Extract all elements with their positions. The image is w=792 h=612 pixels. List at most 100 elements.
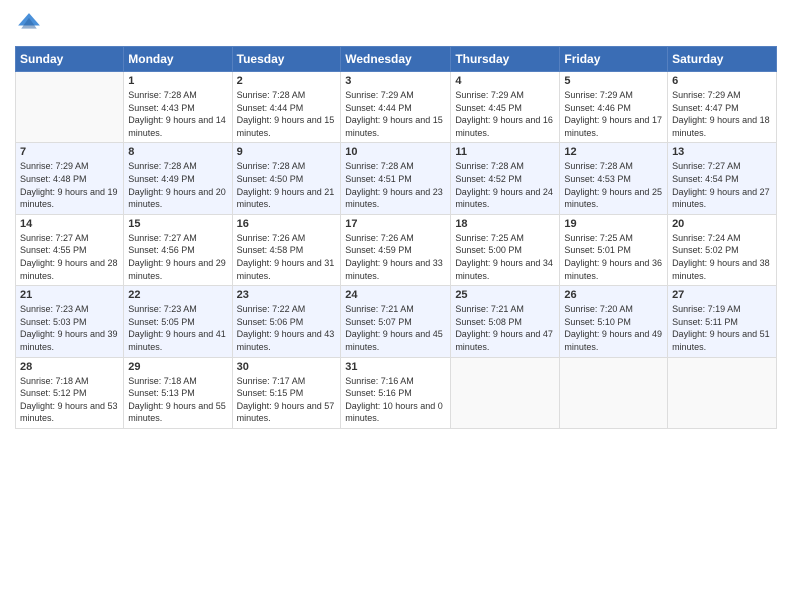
day-info: Sunrise: 7:21 AMSunset: 5:08 PMDaylight:… xyxy=(455,303,555,353)
calendar-cell: 8 Sunrise: 7:28 AMSunset: 4:49 PMDaylight… xyxy=(124,143,232,214)
day-info: Sunrise: 7:23 AMSunset: 5:03 PMDaylight:… xyxy=(20,303,119,353)
day-number: 13 xyxy=(672,146,772,158)
day-info: Sunrise: 7:16 AMSunset: 5:16 PMDaylight:… xyxy=(345,375,446,425)
day-number: 31 xyxy=(345,361,446,373)
day-number: 28 xyxy=(20,361,119,373)
calendar-cell: 22Sunrise: 7:23 AMSunset: 5:05 PMDayligh… xyxy=(124,286,232,357)
calendar-cell: 28Sunrise: 7:18 AMSunset: 5:12 PMDayligh… xyxy=(16,357,124,428)
calendar-cell: 5 Sunrise: 7:29 AMSunset: 4:46 PMDaylight… xyxy=(560,72,668,143)
day-number: 5 xyxy=(564,75,663,87)
logo xyxy=(15,10,47,38)
day-info: Sunrise: 7:24 AMSunset: 5:02 PMDaylight:… xyxy=(672,232,772,282)
day-info: Sunrise: 7:29 AMSunset: 4:46 PMDaylight:… xyxy=(564,89,663,139)
calendar-cell: 30 Sunrise: 7:17 AMSunset: 5:15 PMDayligh… xyxy=(232,357,341,428)
day-number: 21 xyxy=(20,289,119,301)
day-info: Sunrise: 7:29 AMSunset: 4:44 PMDaylight:… xyxy=(345,89,446,139)
calendar-cell: 13 Sunrise: 7:27 AMSunset: 4:54 PMDayligh… xyxy=(668,143,777,214)
day-number: 23 xyxy=(237,289,337,301)
day-header-saturday: Saturday xyxy=(668,47,777,72)
calendar-cell: 12 Sunrise: 7:28 AMSunset: 4:53 PMDayligh… xyxy=(560,143,668,214)
calendar-cell xyxy=(668,357,777,428)
calendar-week-4: 21 Sunrise: 7:23 AMSunset: 5:03 PMDayligh… xyxy=(16,286,777,357)
day-number: 20 xyxy=(672,218,772,230)
day-number: 16 xyxy=(237,218,337,230)
day-number: 7 xyxy=(20,146,119,158)
day-header-wednesday: Wednesday xyxy=(341,47,451,72)
calendar-week-3: 14 Sunrise: 7:27 AMSunset: 4:55 PMDayligh… xyxy=(16,214,777,285)
calendar-cell: 1 Sunrise: 7:28 AMSunset: 4:43 PMDaylight… xyxy=(124,72,232,143)
calendar-header-row: SundayMondayTuesdayWednesdayThursdayFrid… xyxy=(16,47,777,72)
calendar-cell: 21 Sunrise: 7:23 AMSunset: 5:03 PMDayligh… xyxy=(16,286,124,357)
logo-icon xyxy=(15,10,43,38)
calendar-cell: 10 Sunrise: 7:28 AMSunset: 4:51 PMDayligh… xyxy=(341,143,451,214)
day-info: Sunrise: 7:28 AMSunset: 4:49 PMDaylight:… xyxy=(128,160,227,210)
calendar-cell: 9Sunrise: 7:28 AMSunset: 4:50 PMDaylight… xyxy=(232,143,341,214)
day-info: Sunrise: 7:29 AMSunset: 4:45 PMDaylight:… xyxy=(455,89,555,139)
day-number: 29 xyxy=(128,361,227,373)
day-number: 2 xyxy=(237,75,337,87)
day-number: 1 xyxy=(128,75,227,87)
calendar-cell: 15Sunrise: 7:27 AMSunset: 4:56 PMDayligh… xyxy=(124,214,232,285)
calendar-cell: 19Sunrise: 7:25 AMSunset: 5:01 PMDayligh… xyxy=(560,214,668,285)
day-info: Sunrise: 7:26 AMSunset: 4:58 PMDaylight:… xyxy=(237,232,337,282)
day-header-tuesday: Tuesday xyxy=(232,47,341,72)
day-info: Sunrise: 7:28 AMSunset: 4:52 PMDaylight:… xyxy=(455,160,555,210)
calendar-cell: 11 Sunrise: 7:28 AMSunset: 4:52 PMDayligh… xyxy=(451,143,560,214)
calendar-cell: 2 Sunrise: 7:28 AMSunset: 4:44 PMDaylight… xyxy=(232,72,341,143)
calendar-week-2: 7 Sunrise: 7:29 AMSunset: 4:48 PMDaylight… xyxy=(16,143,777,214)
day-info: Sunrise: 7:18 AMSunset: 5:13 PMDaylight:… xyxy=(128,375,227,425)
calendar-cell: 27 Sunrise: 7:19 AMSunset: 5:11 PMDayligh… xyxy=(668,286,777,357)
calendar-week-5: 28Sunrise: 7:18 AMSunset: 5:12 PMDayligh… xyxy=(16,357,777,428)
calendar-cell: 3 Sunrise: 7:29 AMSunset: 4:44 PMDaylight… xyxy=(341,72,451,143)
day-info: Sunrise: 7:26 AMSunset: 4:59 PMDaylight:… xyxy=(345,232,446,282)
day-number: 8 xyxy=(128,146,227,158)
day-info: Sunrise: 7:21 AMSunset: 5:07 PMDaylight:… xyxy=(345,303,446,353)
day-number: 10 xyxy=(345,146,446,158)
calendar-cell: 17Sunrise: 7:26 AMSunset: 4:59 PMDayligh… xyxy=(341,214,451,285)
day-number: 3 xyxy=(345,75,446,87)
day-info: Sunrise: 7:25 AMSunset: 5:00 PMDaylight:… xyxy=(455,232,555,282)
calendar-cell: 29 Sunrise: 7:18 AMSunset: 5:13 PMDayligh… xyxy=(124,357,232,428)
day-info: Sunrise: 7:29 AMSunset: 4:48 PMDaylight:… xyxy=(20,160,119,210)
day-header-sunday: Sunday xyxy=(16,47,124,72)
day-header-monday: Monday xyxy=(124,47,232,72)
day-info: Sunrise: 7:22 AMSunset: 5:06 PMDaylight:… xyxy=(237,303,337,353)
day-info: Sunrise: 7:20 AMSunset: 5:10 PMDaylight:… xyxy=(564,303,663,353)
day-info: Sunrise: 7:19 AMSunset: 5:11 PMDaylight:… xyxy=(672,303,772,353)
day-info: Sunrise: 7:28 AMSunset: 4:44 PMDaylight:… xyxy=(237,89,337,139)
calendar-cell: 23 Sunrise: 7:22 AMSunset: 5:06 PMDayligh… xyxy=(232,286,341,357)
day-info: Sunrise: 7:28 AMSunset: 4:43 PMDaylight:… xyxy=(128,89,227,139)
day-number: 12 xyxy=(564,146,663,158)
day-info: Sunrise: 7:28 AMSunset: 4:51 PMDaylight:… xyxy=(345,160,446,210)
calendar-cell: 26 Sunrise: 7:20 AMSunset: 5:10 PMDayligh… xyxy=(560,286,668,357)
calendar-cell xyxy=(16,72,124,143)
calendar-week-1: 1 Sunrise: 7:28 AMSunset: 4:43 PMDaylight… xyxy=(16,72,777,143)
day-number: 11 xyxy=(455,146,555,158)
day-info: Sunrise: 7:27 AMSunset: 4:54 PMDaylight:… xyxy=(672,160,772,210)
calendar-cell: 20 Sunrise: 7:24 AMSunset: 5:02 PMDayligh… xyxy=(668,214,777,285)
day-number: 26 xyxy=(564,289,663,301)
day-number: 30 xyxy=(237,361,337,373)
calendar-table: SundayMondayTuesdayWednesdayThursdayFrid… xyxy=(15,46,777,429)
day-number: 4 xyxy=(455,75,555,87)
calendar-cell: 7 Sunrise: 7:29 AMSunset: 4:48 PMDaylight… xyxy=(16,143,124,214)
calendar-cell: 31 Sunrise: 7:16 AMSunset: 5:16 PMDayligh… xyxy=(341,357,451,428)
calendar-cell: 4 Sunrise: 7:29 AMSunset: 4:45 PMDaylight… xyxy=(451,72,560,143)
day-number: 27 xyxy=(672,289,772,301)
calendar-cell xyxy=(560,357,668,428)
day-number: 14 xyxy=(20,218,119,230)
day-number: 6 xyxy=(672,75,772,87)
day-number: 9 xyxy=(237,146,337,158)
calendar-cell: 18 Sunrise: 7:25 AMSunset: 5:00 PMDayligh… xyxy=(451,214,560,285)
day-header-friday: Friday xyxy=(560,47,668,72)
day-number: 24 xyxy=(345,289,446,301)
day-info: Sunrise: 7:27 AMSunset: 4:55 PMDaylight:… xyxy=(20,232,119,282)
day-info: Sunrise: 7:17 AMSunset: 5:15 PMDaylight:… xyxy=(237,375,337,425)
day-number: 18 xyxy=(455,218,555,230)
day-header-thursday: Thursday xyxy=(451,47,560,72)
day-info: Sunrise: 7:25 AMSunset: 5:01 PMDaylight:… xyxy=(564,232,663,282)
day-info: Sunrise: 7:28 AMSunset: 4:53 PMDaylight:… xyxy=(564,160,663,210)
day-info: Sunrise: 7:27 AMSunset: 4:56 PMDaylight:… xyxy=(128,232,227,282)
day-info: Sunrise: 7:23 AMSunset: 5:05 PMDaylight:… xyxy=(128,303,227,353)
day-number: 25 xyxy=(455,289,555,301)
